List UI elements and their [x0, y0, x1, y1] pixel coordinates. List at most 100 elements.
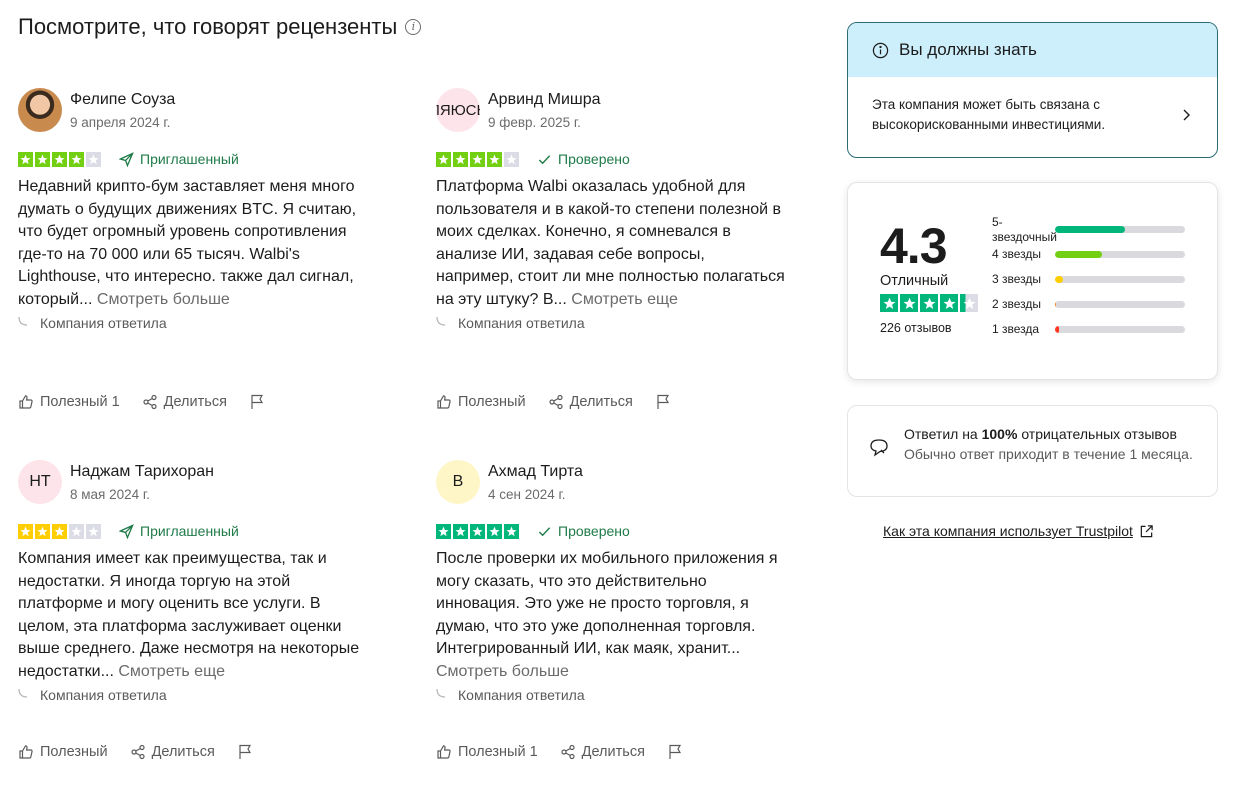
helpful-button[interactable]: Полезный [436, 394, 526, 410]
flag-icon [657, 394, 669, 409]
reply-icon [18, 688, 28, 698]
helpful-button[interactable]: Полезный [18, 744, 108, 760]
star-icon [487, 523, 502, 539]
rating-bar-track [1055, 301, 1185, 308]
review-actions: Полезный Делиться [18, 744, 253, 760]
reviews-count[interactable]: 226 отзывов [880, 321, 952, 335]
flag-icon [251, 394, 263, 409]
star-rating [436, 523, 519, 539]
see-more-link[interactable]: Смотреть еще [571, 291, 678, 308]
review-card: ЛЯЮСЬ Арвинд Мишра 9 февр. 2025 г. Прове… [436, 88, 786, 334]
company-replied[interactable]: Компания ответила [436, 684, 786, 706]
rating-bar-label: 3 звезды [992, 272, 1042, 286]
company-replied[interactable]: Компания ответила [18, 684, 368, 706]
helpful-button[interactable]: Полезный 1 [436, 744, 538, 760]
reply-icon [436, 688, 446, 698]
company-replied[interactable]: Компания ответила [18, 312, 368, 334]
share-icon [143, 394, 157, 410]
report-button[interactable] [655, 394, 671, 410]
avatar[interactable] [18, 88, 62, 132]
star-icon [436, 523, 451, 539]
star-rating [18, 523, 101, 539]
star-icon [880, 294, 898, 312]
rating-bar-label: 2 звезды [992, 297, 1042, 311]
review-card: Фелипе Соуза 9 апреля 2024 г. Приглашенн… [18, 88, 368, 334]
chevron-right-icon[interactable] [1179, 108, 1193, 122]
star-icon [35, 151, 50, 167]
see-more-link[interactable]: Смотреть больше [436, 663, 569, 680]
star-icon [86, 151, 101, 167]
reply-icon [18, 316, 28, 326]
thumbs-up-icon [437, 745, 451, 759]
star-rating [436, 151, 519, 167]
share-button[interactable]: Делиться [142, 394, 227, 410]
review-actions: Полезный Делиться [436, 394, 671, 410]
section-header: Посмотрите, что говорят рецензенты i [18, 14, 422, 40]
reviewer-name[interactable]: Фелипе Соуза [70, 91, 175, 109]
send-icon [119, 151, 134, 167]
review-text: После проверки их мобильного приложения … [436, 550, 778, 680]
star-icon [436, 151, 451, 167]
star-icon [69, 151, 84, 167]
rating-bar-fill [1055, 276, 1063, 283]
invited-badge: Приглашенный [119, 523, 239, 539]
avatar[interactable]: ЛЯЮСЬ [436, 88, 480, 132]
star-icon [900, 294, 918, 312]
check-icon [538, 154, 551, 164]
rating-bar-track [1055, 276, 1185, 283]
response-rate-card: Ответил на 100% отрицательных отзывов Об… [847, 405, 1218, 497]
star-icon [487, 151, 502, 167]
share-icon [561, 744, 575, 760]
rating-bar-label: 5-звездочный [992, 214, 1058, 244]
rating-bar-fill [1055, 251, 1102, 258]
see-more-link[interactable]: Смотреть еще [118, 663, 225, 680]
helpful-button[interactable]: Полезный 1 [18, 394, 120, 410]
rating-bar-fill [1055, 301, 1057, 308]
notice-card[interactable]: Вы должны знать Эта компания может быть … [847, 22, 1218, 158]
report-button[interactable] [667, 744, 683, 760]
rating-bar-row[interactable]: 2 звезды [992, 292, 1192, 317]
rating-distribution: 5-звездочный 4 звезды 3 звезды 2 звезды 1 зв… [992, 214, 1192, 342]
trustpilot-usage-link[interactable]: Как эта компания использует Trustpilot [883, 523, 1154, 539]
info-icon[interactable]: i [405, 19, 422, 35]
share-button[interactable]: Делиться [130, 744, 215, 760]
star-icon [470, 523, 485, 539]
report-button[interactable] [249, 394, 265, 410]
share-button[interactable]: Делиться [560, 744, 645, 760]
star-icon [69, 523, 84, 539]
rating-bar-row[interactable]: 4 звезды [992, 242, 1192, 267]
star-icon [920, 294, 938, 312]
see-more-link[interactable]: Смотреть больше [97, 291, 230, 308]
star-rating [18, 151, 101, 167]
review-actions: Полезный 1 Делиться [18, 394, 265, 410]
chat-bubble-icon [870, 439, 888, 457]
flag-icon [669, 744, 681, 759]
reviewer-name[interactable]: Ахмад Тирта [488, 463, 583, 481]
share-button[interactable]: Делиться [548, 394, 633, 410]
rating-bar-row[interactable]: 1 звезда [992, 317, 1192, 342]
star-icon [18, 523, 33, 539]
reviewer-name[interactable]: Наджам Тарихоран [70, 463, 214, 481]
notice-header: Вы должны знать [848, 23, 1217, 77]
avatar[interactable]: В [436, 460, 480, 504]
avatar[interactable]: НТ [18, 460, 62, 504]
reviewer-name[interactable]: Арвинд Мишра [488, 91, 601, 109]
rating-bar-row[interactable]: 5-звездочный [992, 214, 1192, 244]
rating-bar-row[interactable]: 3 звезды [992, 267, 1192, 292]
thumbs-up-icon [437, 395, 451, 409]
info-icon [872, 42, 889, 58]
thumbs-up-icon [19, 395, 33, 409]
share-icon [548, 394, 563, 410]
company-replied[interactable]: Компания ответила [436, 312, 786, 334]
star-icon [470, 151, 485, 167]
star-icon [453, 523, 468, 539]
star-icon [52, 523, 67, 539]
report-button[interactable] [237, 744, 253, 760]
share-icon [130, 744, 145, 760]
review-date: 9 апреля 2024 г. [70, 115, 171, 130]
star-icon [453, 151, 468, 167]
star-icon [504, 523, 519, 539]
rating-summary-card: 4.3 Отличный 226 отзывов 5-звездочный 4 з… [847, 182, 1218, 380]
review-date: 8 мая 2024 г. [70, 487, 150, 502]
rating-bar-fill [1055, 326, 1059, 333]
